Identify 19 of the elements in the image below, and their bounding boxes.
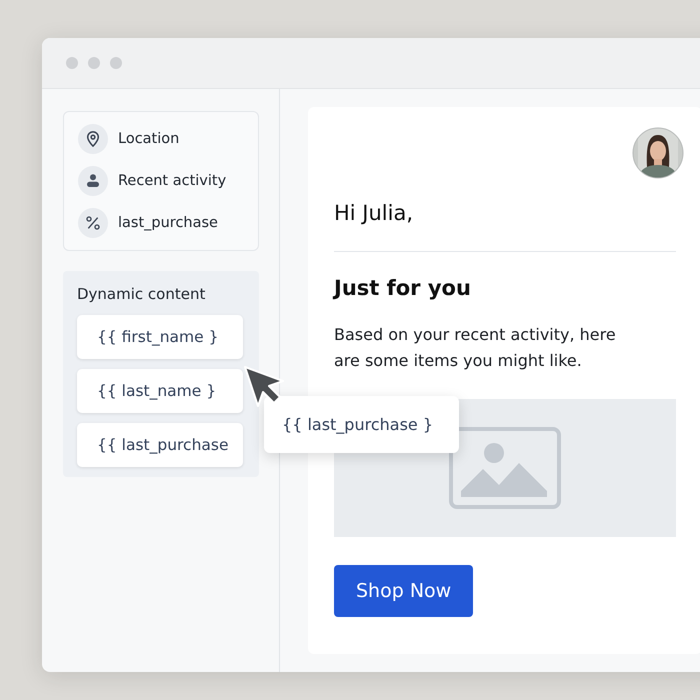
- token-chip[interactable]: {{ last_purchase: [77, 423, 243, 467]
- window-control-dot[interactable]: [110, 57, 122, 69]
- token-chip[interactable]: {{ first_name }: [77, 315, 243, 359]
- location-pin-icon: [78, 124, 108, 154]
- attribute-label[interactable]: Recent activity: [118, 173, 226, 189]
- dragged-token-chip[interactable]: {{ last_purchase }: [264, 396, 460, 453]
- person-icon: [78, 166, 108, 196]
- greeting: Hi Julia,: [334, 201, 414, 225]
- token-chip[interactable]: {{ last_name }: [77, 369, 243, 413]
- image-icon: [449, 427, 561, 510]
- window-control-dot[interactable]: [88, 57, 100, 69]
- attribute-label[interactable]: Location: [118, 131, 180, 147]
- attribute-label[interactable]: last_purchase: [118, 215, 218, 231]
- percent-icon: [78, 208, 108, 238]
- email-heading: Just for you: [334, 276, 472, 300]
- panel-title: Dynamic content: [77, 285, 206, 303]
- window-control-dot[interactable]: [66, 57, 78, 69]
- shop-now-button[interactable]: Shop Now: [334, 565, 474, 618]
- email-body-text: Based on your recent activity, here are some items you might like.: [334, 324, 617, 372]
